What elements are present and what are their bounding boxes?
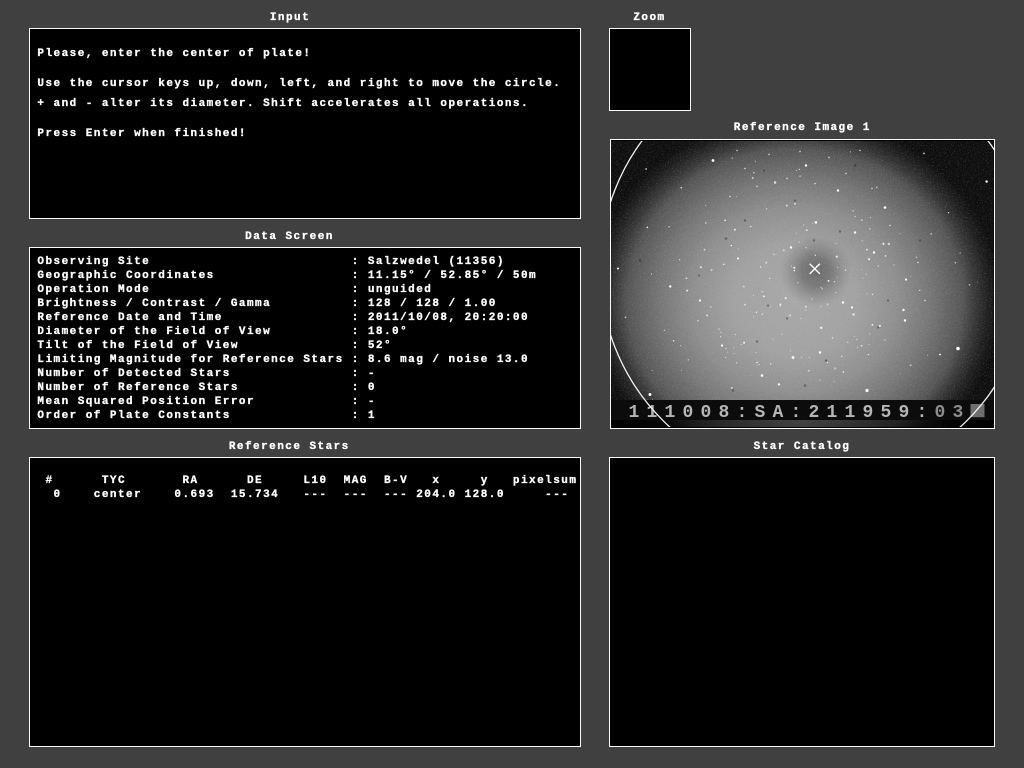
svg-text:03: 03 xyxy=(935,403,971,423)
svg-text:111008:SA:211959:: 111008:SA:211959: xyxy=(629,403,935,423)
